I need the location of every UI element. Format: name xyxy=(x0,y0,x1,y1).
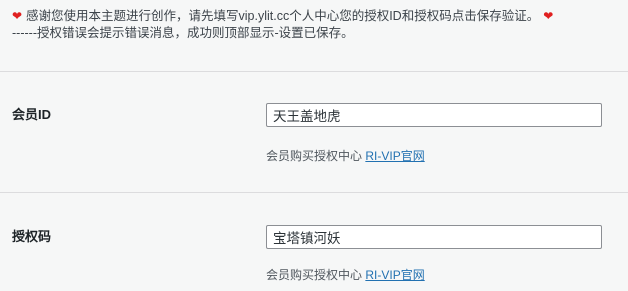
ri-vip-link[interactable]: RI-VIP官网 xyxy=(365,149,424,163)
license-code-desc-text: 会员购买授权中心 xyxy=(266,268,363,282)
member-id-input[interactable] xyxy=(266,103,602,127)
license-notice: ❤ 感谢您使用本主题进行创作，请先填写vip.ylit.cc个人中心您的授权ID和… xyxy=(12,8,622,42)
license-code-description: 会员购买授权中心 RI-VIP官网 xyxy=(266,266,425,283)
member-id-label: 会员ID xyxy=(12,107,52,122)
ri-vip-link[interactable]: RI-VIP官网 xyxy=(365,268,424,282)
license-code-label: 授权码 xyxy=(12,229,52,244)
divider xyxy=(0,71,628,72)
member-id-description: 会员购买授权中心 RI-VIP官网 xyxy=(266,147,425,164)
member-id-desc-text: 会员购买授权中心 xyxy=(266,149,363,163)
notice-text-1: 感谢您使用本主题进行创作，请先填写vip.ylit.cc个人中心您的授权ID和授… xyxy=(26,9,540,23)
notice-line-1: ❤ 感谢您使用本主题进行创作，请先填写vip.ylit.cc个人中心您的授权ID和… xyxy=(12,8,622,25)
license-code-input[interactable] xyxy=(266,225,602,249)
heart-icon: ❤ xyxy=(12,9,23,23)
divider xyxy=(0,192,628,193)
notice-line-2: ------授权错误会提示错误消息，成功则顶部显示-设置已保存。 xyxy=(12,26,354,40)
heart-icon: ❤ xyxy=(543,9,554,23)
